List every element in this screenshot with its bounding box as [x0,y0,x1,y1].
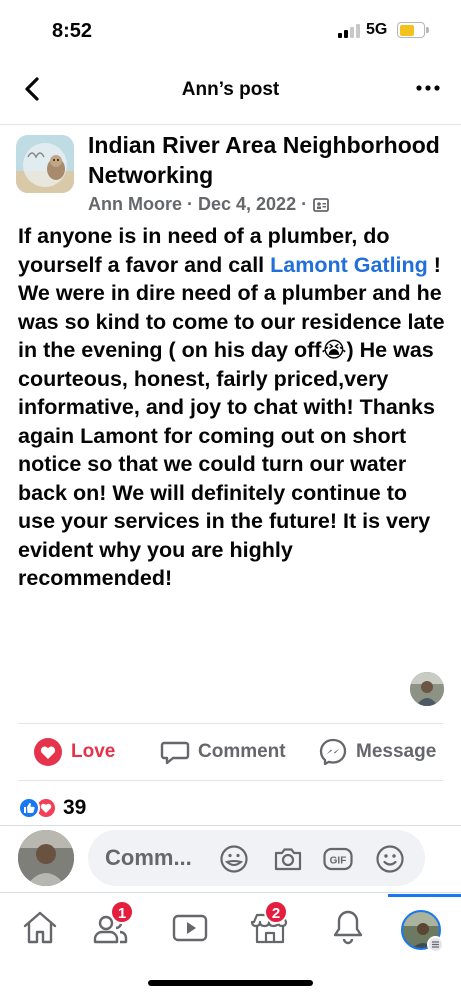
gif-icon[interactable]: GIF [322,843,354,875]
home-indicator [148,980,313,986]
bell-icon [333,910,363,945]
love-label: Love [71,741,116,762]
more-icon[interactable] [413,76,443,100]
signal-icon [338,24,360,38]
divider [0,124,461,125]
status-time: 8:52 [52,20,93,42]
reaction-count: 39 [63,796,87,819]
mention-link[interactable]: Lamont Gatling [270,253,428,277]
group-name[interactable]: Indian River Area Neighborhood Networkin… [88,130,448,190]
meta-separator: · [301,194,308,214]
svg-text:GIF: GIF [330,856,347,867]
tab-notifications[interactable] [326,906,370,956]
menu-icon[interactable] [427,936,444,953]
message-button[interactable]: Message [318,735,436,769]
battery-icon [397,22,429,38]
audience-icon [313,197,329,212]
message-label: Message [356,741,437,762]
divider [18,723,443,724]
avatar[interactable] [18,830,74,886]
comment-button[interactable]: Comment [160,735,286,769]
post-meta: Ann Moore · Dec 4, 2022 · [88,194,330,215]
tab-marketplace[interactable]: 2 [248,900,292,956]
divider [18,780,443,781]
status-bar: 8:52 5G [0,0,461,60]
camera-icon[interactable] [272,843,304,875]
divider [0,825,461,826]
meta-separator: · [187,194,193,214]
tab-friends[interactable]: 1 [88,900,134,956]
post-text-part: ! We were in dire need of a plumber and … [18,252,445,591]
network-label: 5G [366,21,388,38]
author-name[interactable]: Ann Moore [88,194,182,215]
notification-badge: 1 [110,900,134,924]
active-tab-indicator [388,894,461,897]
divider [0,892,461,893]
post-text: If anyone is in need of a plumber, do yo… [18,222,448,593]
video-icon [172,914,208,942]
like-reaction-icon [18,797,40,819]
comment-icon [160,741,190,765]
notification-badge: 2 [264,900,288,924]
sticker-icon[interactable] [218,843,250,875]
emoji-icon[interactable] [374,843,406,875]
home-icon [23,911,57,944]
tab-video[interactable] [168,906,212,956]
tab-home[interactable] [18,906,62,956]
love-heart-icon [34,738,62,766]
love-button[interactable]: Love [33,735,115,769]
comment-input[interactable]: Comm... [105,845,192,871]
post-header-bar: Ann’s post [0,60,461,120]
comment-label: Comment [198,741,286,762]
reader-avatar[interactable] [410,672,444,706]
post-date[interactable]: Dec 4, 2022 [198,194,296,215]
comment-composer[interactable]: Comm... GIF [88,830,425,886]
messenger-icon [319,738,347,766]
group-avatar[interactable] [16,135,74,193]
reaction-summary[interactable]: 39 [18,796,86,820]
page-title: Ann’s post [181,79,280,100]
